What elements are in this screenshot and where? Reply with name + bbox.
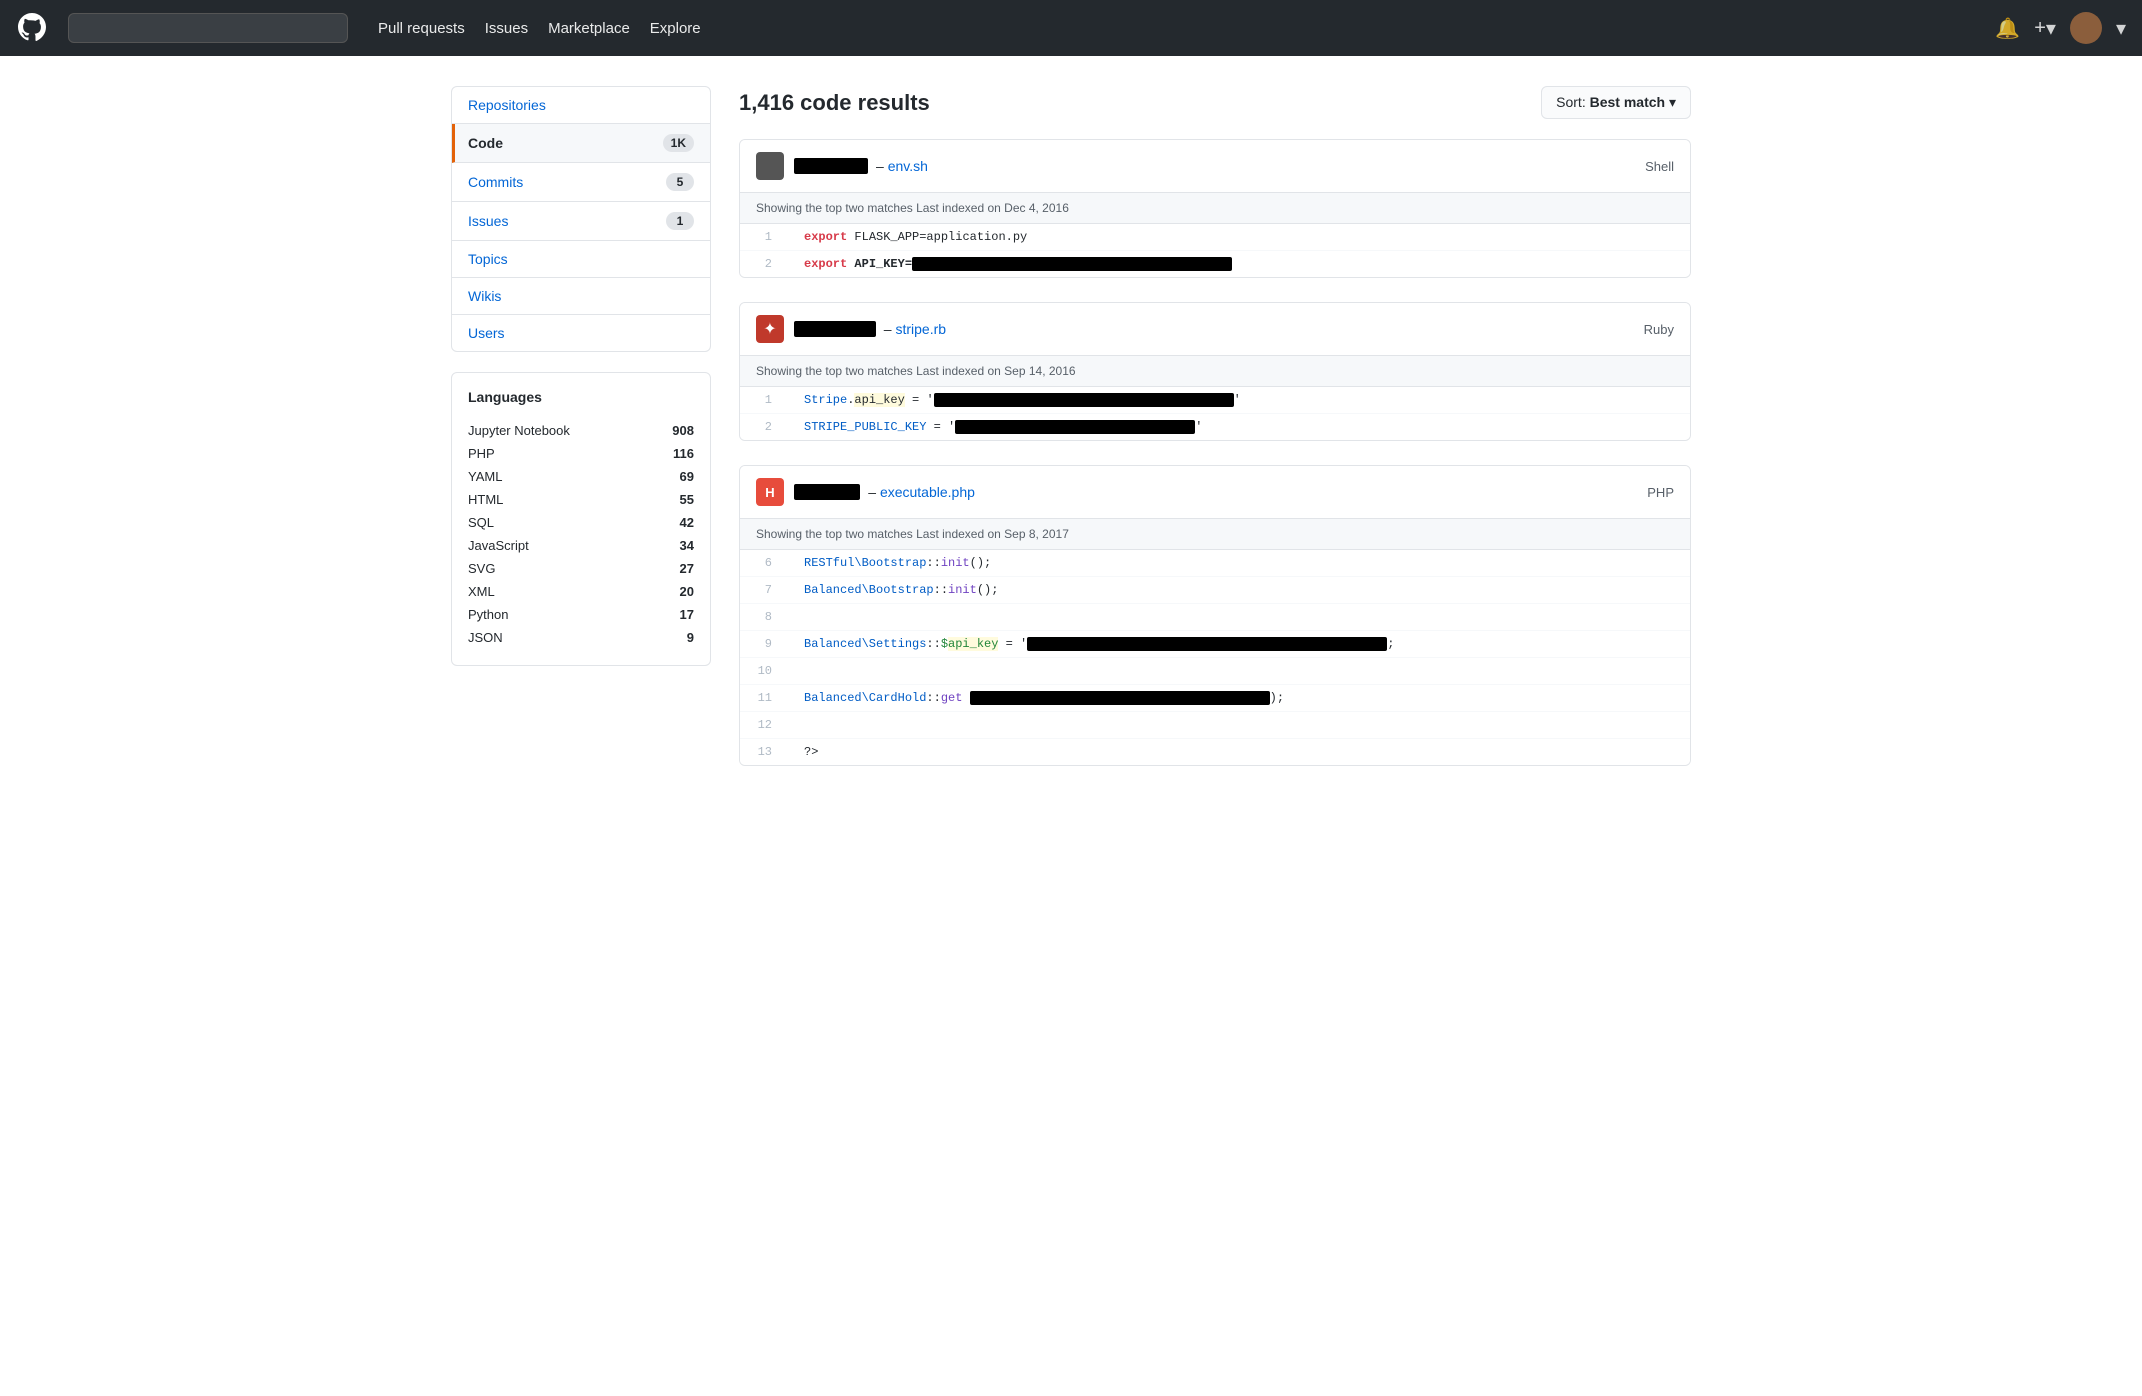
sort-button[interactable]: Sort: Best match ▾ [1541,86,1691,119]
code-line: 1 export FLASK_APP=application.py [740,224,1690,251]
lang-item[interactable]: Python17 [468,603,694,626]
code-block-1: 1 export FLASK_APP=application.py 2 expo… [740,224,1690,277]
result-card-3: H – executable.php PHP Showing the top t… [739,465,1691,766]
sidebar-item-users[interactable]: Users [452,315,710,351]
code-line: 13 ?> [740,739,1690,765]
result-lang-2: Ruby [1644,322,1674,337]
result-path-2: – stripe.rb [794,321,946,337]
lang-item[interactable]: XML20 [468,580,694,603]
result-avatar-1 [756,152,784,180]
user-menu-button[interactable]: ▾ [2116,16,2126,41]
code-badge: 1K [663,134,694,152]
page-container: Repositories Code 1K Commits 5 Issues 1 … [431,86,1711,790]
lang-item[interactable]: JavaScript34 [468,534,694,557]
result-filename-2[interactable]: stripe.rb [895,321,946,337]
code-line: 1 Stripe.api_key = '' [740,387,1690,414]
sidebar-item-wikis[interactable]: Wikis [452,278,710,315]
result-card-1: – env.sh Shell Showing the top two match… [739,139,1691,278]
result-meta-3: H – executable.php [756,478,975,506]
result-header-1: – env.sh Shell [740,140,1690,193]
result-card-2: ✦ – stripe.rb Ruby Showing the top two m… [739,302,1691,441]
result-avatar-2: ✦ [756,315,784,343]
result-lang-3: PHP [1647,485,1674,500]
navbar: api_key=q9 Pull requests Issues Marketpl… [0,0,2142,56]
result-sub-2: Showing the top two matches Last indexed… [740,356,1690,387]
sidebar: Repositories Code 1K Commits 5 Issues 1 … [451,86,711,790]
lang-item[interactable]: HTML55 [468,488,694,511]
lang-item[interactable]: YAML69 [468,465,694,488]
code-line: 8 [740,604,1690,631]
result-path-1: – env.sh [794,158,928,174]
code-line: 12 [740,712,1690,739]
avatar[interactable] [2070,12,2102,44]
result-filename-3[interactable]: executable.php [880,484,975,500]
navbar-issues[interactable]: Issues [485,20,528,37]
languages-section: Languages Jupyter Notebook908PHP116YAML6… [451,372,711,666]
result-meta-1: – env.sh [756,152,928,180]
navbar-links: Pull requests Issues Marketplace Explore [378,20,1975,37]
sidebar-item-code[interactable]: Code 1K [452,124,710,163]
sidebar-item-issues[interactable]: Issues 1 [452,202,710,241]
results-count: 1,416 code results [739,90,930,116]
languages-title: Languages [468,389,694,405]
sidebar-item-commits[interactable]: Commits 5 [452,163,710,202]
code-line: 7 Balanced\Bootstrap::init(); [740,577,1690,604]
navbar-right: 🔔 +▾ ▾ [1995,12,2126,44]
code-line: 2 export API_KEY= [740,251,1690,277]
results-header: 1,416 code results Sort: Best match ▾ [739,86,1691,119]
result-sub-1: Showing the top two matches Last indexed… [740,193,1690,224]
lang-item[interactable]: PHP116 [468,442,694,465]
code-block-3: 6 RESTful\Bootstrap::init(); 7 Balanced\… [740,550,1690,765]
search-input[interactable]: api_key=q9 [68,13,348,43]
notifications-button[interactable]: 🔔 [1995,16,2020,41]
result-meta-2: ✦ – stripe.rb [756,315,946,343]
code-block-2: 1 Stripe.api_key = '' 2 STRIPE_PUBLIC_KE… [740,387,1690,440]
sidebar-item-topics[interactable]: Topics [452,241,710,278]
sidebar-item-repositories[interactable]: Repositories [452,87,710,124]
navbar-marketplace[interactable]: Marketplace [548,20,630,37]
lang-item[interactable]: SQL42 [468,511,694,534]
lang-item[interactable]: JSON9 [468,626,694,649]
commits-badge: 5 [666,173,694,191]
code-line: 11 Balanced\CardHold::get ); [740,685,1690,712]
languages-list: Jupyter Notebook908PHP116YAML69HTML55SQL… [468,419,694,649]
result-path-3: – executable.php [794,484,975,500]
lang-item[interactable]: Jupyter Notebook908 [468,419,694,442]
github-logo [16,11,48,46]
filter-section: Repositories Code 1K Commits 5 Issues 1 … [451,86,711,352]
lang-item[interactable]: SVG27 [468,557,694,580]
result-sub-3: Showing the top two matches Last indexed… [740,519,1690,550]
main-content: 1,416 code results Sort: Best match ▾ – … [739,86,1691,790]
result-filename-1[interactable]: env.sh [888,158,928,174]
code-line: 10 [740,658,1690,685]
navbar-pull-requests[interactable]: Pull requests [378,20,465,37]
new-menu-button[interactable]: +▾ [2034,16,2056,41]
result-header-2: ✦ – stripe.rb Ruby [740,303,1690,356]
code-line: 6 RESTful\Bootstrap::init(); [740,550,1690,577]
issues-badge: 1 [666,212,694,230]
result-avatar-3: H [756,478,784,506]
navbar-explore[interactable]: Explore [650,20,701,37]
result-header-3: H – executable.php PHP [740,466,1690,519]
code-line: 9 Balanced\Settings::$api_key = '; [740,631,1690,658]
result-lang-1: Shell [1645,159,1674,174]
code-line: 2 STRIPE_PUBLIC_KEY = '' [740,414,1690,440]
